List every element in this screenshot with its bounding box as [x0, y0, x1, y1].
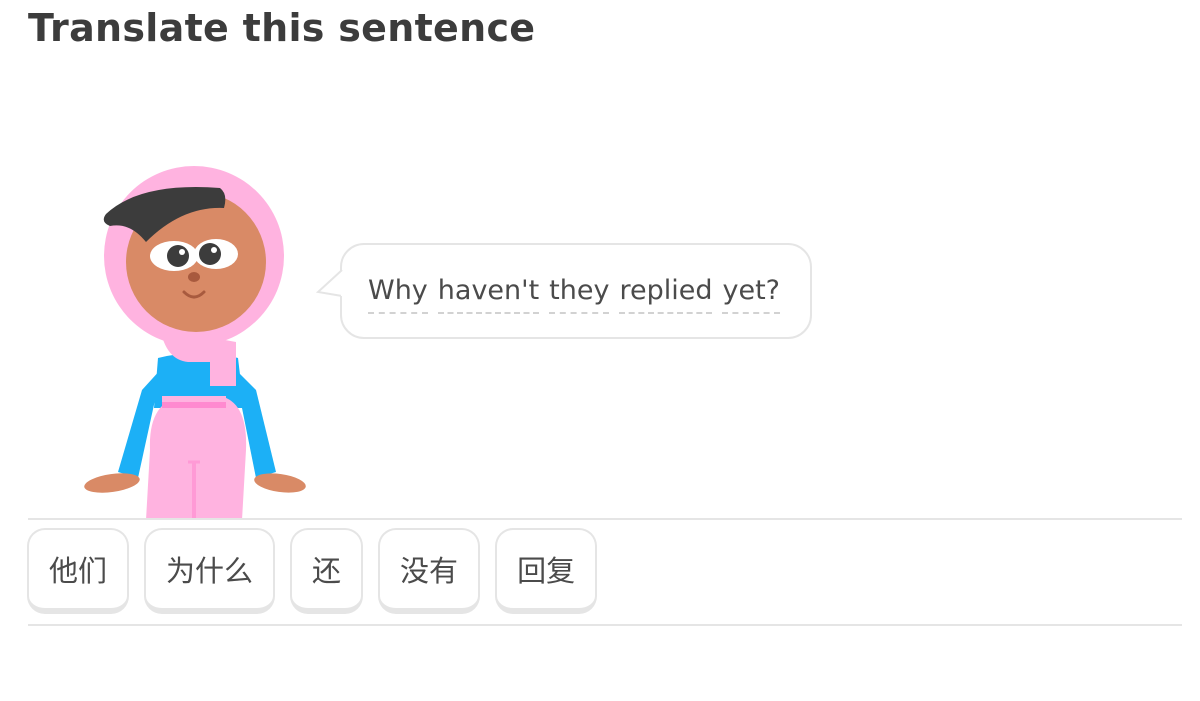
word-tile[interactable]: 回复: [495, 528, 598, 614]
prompt-sentence: Why haven't they replied yet?: [368, 272, 780, 314]
word-bank: 他们 为什么 还 没有 回复: [27, 528, 598, 614]
speech-bubble-tail: [316, 270, 346, 297]
prompt-word[interactable]: they: [549, 272, 610, 314]
prompt-word[interactable]: Why: [368, 272, 428, 314]
page-title: Translate this sentence: [28, 6, 536, 50]
answer-area-line: [28, 518, 1182, 520]
word-tile[interactable]: 他们: [27, 528, 130, 614]
answer-area-line: [28, 624, 1182, 626]
prompt-word[interactable]: yet?: [722, 272, 780, 314]
word-tile[interactable]: 没有: [378, 528, 481, 614]
prompt-word[interactable]: haven't: [437, 272, 540, 314]
word-tile[interactable]: 还: [290, 528, 364, 614]
prompt-word[interactable]: replied: [619, 272, 713, 314]
word-tile[interactable]: 为什么: [144, 528, 276, 614]
character-avatar: [84, 166, 306, 520]
